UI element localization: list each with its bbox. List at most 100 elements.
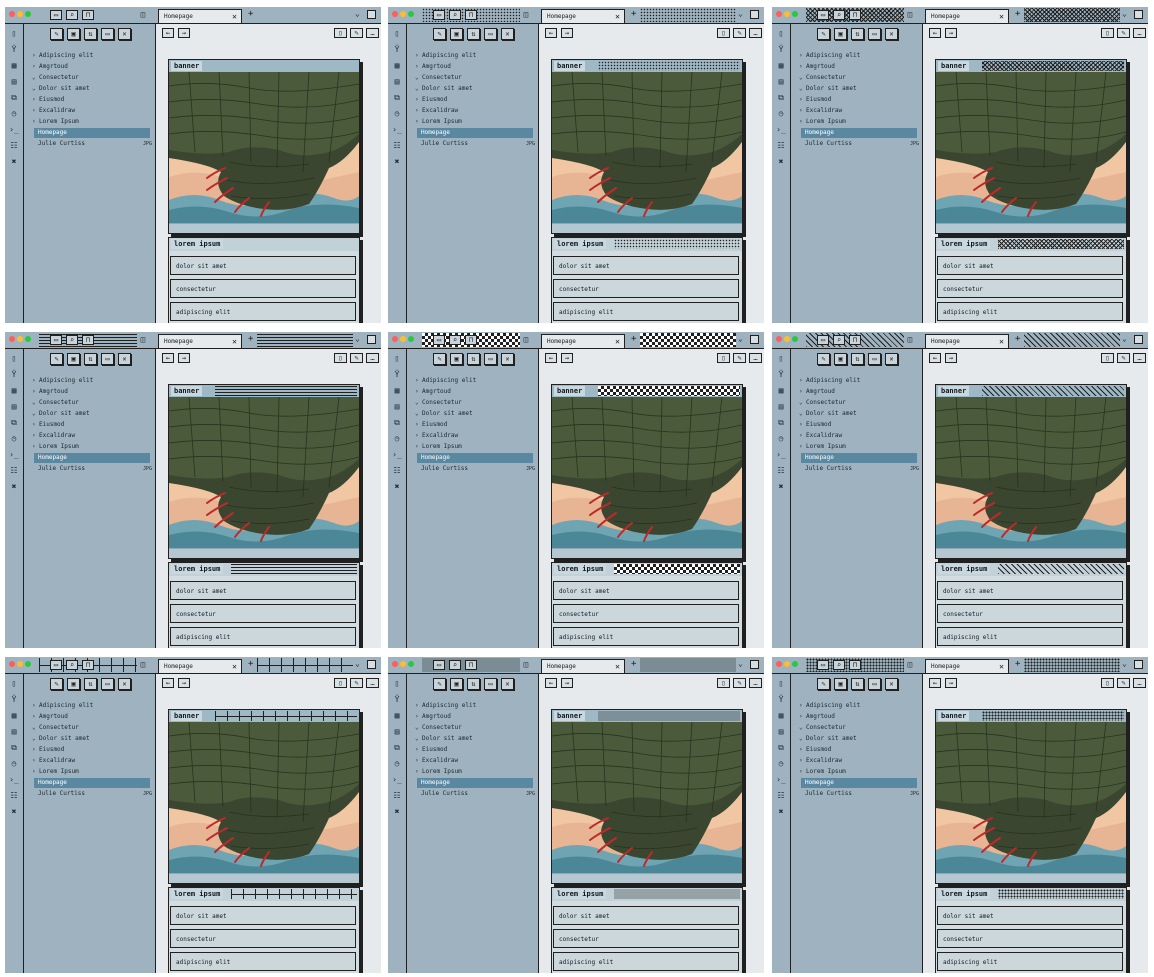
tab-list-icon[interactable]: ⌄ xyxy=(355,9,360,18)
tab-homepage[interactable]: Homepage ✕ xyxy=(158,659,242,673)
edit-icon[interactable]: ✎ xyxy=(1117,353,1130,363)
sidebar-item-homepage[interactable]: Homepage xyxy=(417,778,533,788)
folder-icon[interactable]: ▭ xyxy=(433,660,445,670)
collapse-icon[interactable]: ▭ xyxy=(101,678,114,690)
bookmark-icon[interactable]: ⊓ xyxy=(82,335,94,345)
sidebar-item-amgrtoud[interactable]: › Amgrtoud xyxy=(32,387,150,397)
sidebar-item-adipiscing-elit[interactable]: › Adipiscing elit xyxy=(799,376,917,386)
banner-image[interactable] xyxy=(552,72,742,223)
sidebar-item-eiusmod[interactable]: › Eiusmod xyxy=(415,420,533,430)
tab-homepage[interactable]: Homepage ✕ xyxy=(541,334,625,348)
maximize-window-button[interactable] xyxy=(408,336,414,342)
close-window-button[interactable] xyxy=(392,336,398,342)
grid-icon[interactable]: ▦ xyxy=(392,61,402,71)
sidebar-item-excalidraw[interactable]: › Excalidraw xyxy=(32,756,150,766)
list-icon[interactable]: ☷ xyxy=(776,466,786,476)
sidebar-item-julie-curtiss[interactable]: Julie Curtiss JPG xyxy=(421,464,539,474)
list-item[interactable]: adipiscing elit xyxy=(937,952,1123,971)
folder-icon[interactable]: ▭ xyxy=(50,335,62,345)
list-item[interactable]: dolor sit amet xyxy=(170,906,356,925)
clock-icon[interactable]: ◷ xyxy=(9,434,19,444)
new-note-icon[interactable]: ✎ xyxy=(50,353,63,365)
sidebar-item-consectetur[interactable]: ⌄ Consectetur xyxy=(32,398,150,408)
back-arrow-icon[interactable]: ← xyxy=(162,28,174,38)
grid-icon[interactable]: ▦ xyxy=(9,711,19,721)
file-icon[interactable]: ▯ xyxy=(9,679,19,689)
close-all-icon[interactable]: ✕ xyxy=(118,28,131,40)
list-item[interactable]: adipiscing elit xyxy=(937,627,1123,646)
clock-icon[interactable]: ◷ xyxy=(776,434,786,444)
sidebar-item-eiusmod[interactable]: › Eiusmod xyxy=(415,745,533,755)
sidebar-item-julie-curtiss[interactable]: Julie Curtiss JPG xyxy=(38,139,156,149)
clock-icon[interactable]: ◷ xyxy=(776,109,786,119)
sidebar-item-homepage[interactable]: Homepage xyxy=(417,453,533,463)
tools-icon[interactable]: ✖ xyxy=(9,157,19,167)
sidebar-item-adipiscing-elit[interactable]: › Adipiscing elit xyxy=(415,376,533,386)
clock-icon[interactable]: ◷ xyxy=(9,759,19,769)
sidebar-item-dolor-sit-amet[interactable]: ⌄ Dolor sit amet xyxy=(32,734,150,744)
sidebar-item-excalidraw[interactable]: › Excalidraw xyxy=(799,106,917,116)
tools-icon[interactable]: ✖ xyxy=(9,482,19,492)
forward-arrow-icon[interactable]: → xyxy=(178,353,190,363)
sidebar-item-julie-curtiss[interactable]: Julie Curtiss JPG xyxy=(805,139,923,149)
sidebar-item-lorem-ipsum[interactable]: › Lorem Ipsum xyxy=(415,442,533,452)
forward-arrow-icon[interactable]: → xyxy=(178,28,190,38)
new-note-icon[interactable]: ✎ xyxy=(817,678,830,690)
sidebar-item-lorem-ipsum[interactable]: › Lorem Ipsum xyxy=(32,767,150,777)
copy-icon[interactable]: ⧉ xyxy=(9,93,19,103)
reading-mode-icon[interactable]: ▯ xyxy=(717,678,730,688)
graph-icon[interactable]: Ÿ xyxy=(392,370,402,380)
forward-arrow-icon[interactable]: → xyxy=(561,353,573,363)
sidebar-item-dolor-sit-amet[interactable]: ⌄ Dolor sit amet xyxy=(32,84,150,94)
calendar-icon[interactable]: ▤ xyxy=(776,727,786,737)
forward-arrow-icon[interactable]: → xyxy=(945,678,957,688)
sidebar-item-adipiscing-elit[interactable]: › Adipiscing elit xyxy=(799,701,917,711)
sidebar-item-amgrtoud[interactable]: › Amgrtoud xyxy=(415,387,533,397)
close-window-button[interactable] xyxy=(392,11,398,17)
terminal-icon[interactable]: ›_ xyxy=(392,775,402,785)
terminal-icon[interactable]: ›_ xyxy=(9,775,19,785)
sidebar-item-consectetur[interactable]: ⌄ Consectetur xyxy=(32,723,150,733)
reading-mode-icon[interactable]: ▯ xyxy=(334,28,347,38)
sidebar-item-julie-curtiss[interactable]: Julie Curtiss JPG xyxy=(38,464,156,474)
new-tab-button[interactable]: + xyxy=(248,334,253,344)
sidebar-item-dolor-sit-amet[interactable]: ⌄ Dolor sit amet xyxy=(415,734,533,744)
list-icon[interactable]: ☷ xyxy=(392,141,402,151)
banner-image[interactable] xyxy=(936,72,1126,223)
reading-mode-icon[interactable]: ▯ xyxy=(717,28,730,38)
sidebar-item-consectetur[interactable]: ⌄ Consectetur xyxy=(415,723,533,733)
search-icon[interactable]: ⌕ xyxy=(66,660,78,670)
more-options-icon[interactable]: … xyxy=(749,353,762,363)
file-icon[interactable]: ▯ xyxy=(776,354,786,364)
right-sidebar-toggle-icon[interactable] xyxy=(1134,660,1143,669)
graph-icon[interactable]: Ÿ xyxy=(392,45,402,55)
edit-icon[interactable]: ✎ xyxy=(350,28,363,38)
sidebar-item-lorem-ipsum[interactable]: › Lorem Ipsum xyxy=(415,767,533,777)
sidebar-item-adipiscing-elit[interactable]: › Adipiscing elit xyxy=(415,51,533,61)
sidebar-item-homepage[interactable]: Homepage xyxy=(34,128,150,138)
list-item[interactable]: consectetur xyxy=(553,929,739,948)
more-options-icon[interactable]: … xyxy=(366,353,379,363)
sidebar-item-eiusmod[interactable]: › Eiusmod xyxy=(799,745,917,755)
sidebar-item-excalidraw[interactable]: › Excalidraw xyxy=(32,106,150,116)
grid-icon[interactable]: ▦ xyxy=(776,61,786,71)
edit-icon[interactable]: ✎ xyxy=(350,678,363,688)
minimize-window-button[interactable] xyxy=(17,336,23,342)
minimize-window-button[interactable] xyxy=(400,336,406,342)
sidebar-item-consectetur[interactable]: ⌄ Consectetur xyxy=(799,398,917,408)
banner-image[interactable] xyxy=(552,722,742,873)
sidebar-item-homepage[interactable]: Homepage xyxy=(801,453,917,463)
sidebar-toggle-icon[interactable]: ◫ xyxy=(905,335,915,345)
sidebar-item-consectetur[interactable]: ⌄ Consectetur xyxy=(415,73,533,83)
list-item[interactable]: consectetur xyxy=(937,929,1123,948)
collapse-icon[interactable]: ▭ xyxy=(868,353,881,365)
clock-icon[interactable]: ◷ xyxy=(776,759,786,769)
tab-list-icon[interactable]: ⌄ xyxy=(738,334,743,343)
file-icon[interactable]: ▯ xyxy=(392,29,402,39)
right-sidebar-toggle-icon[interactable] xyxy=(367,335,376,344)
back-arrow-icon[interactable]: ← xyxy=(929,28,941,38)
terminal-icon[interactable]: ›_ xyxy=(776,125,786,135)
maximize-window-button[interactable] xyxy=(408,661,414,667)
grid-icon[interactable]: ▦ xyxy=(392,386,402,396)
collapse-icon[interactable]: ▭ xyxy=(101,353,114,365)
